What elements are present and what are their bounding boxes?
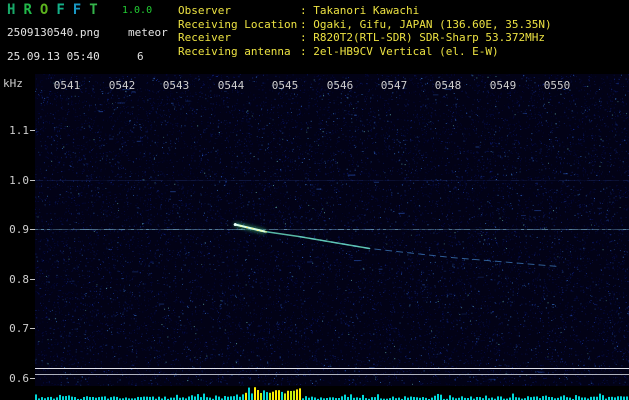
info-label: Receiving Location	[178, 17, 298, 31]
freq-label-0-9: 0.9	[9, 223, 29, 236]
time-label-0547: 0547	[380, 79, 408, 92]
info-value: : R820T2(RTL-SDR) SDR-Sharp 53.372MHz	[300, 31, 546, 44]
time-label-0544: 0544	[217, 79, 245, 92]
app-title: HROFFT	[7, 2, 106, 18]
spectrogram-canvas	[35, 74, 629, 386]
freq-tick	[30, 378, 35, 379]
time-label-0548: 0548	[434, 79, 462, 92]
freq-tick	[30, 229, 35, 230]
time-label-0545: 0545	[271, 79, 299, 92]
info-label: Receiving antenna	[178, 44, 291, 58]
freq-unit-label: kHz	[3, 77, 23, 90]
event-count: 6	[137, 50, 144, 63]
info-label: Observer	[178, 4, 231, 17]
time-label-0550: 0550	[543, 79, 571, 92]
freq-label-1-1: 1.1	[9, 124, 29, 137]
info-row-receiver: Receiver : R820T2(RTL-SDR) SDR-Sharp 53.…	[178, 31, 552, 45]
time-label-0541: 0541	[53, 79, 81, 92]
activity-strip-canvas	[35, 386, 629, 400]
freq-label-0-8: 0.8	[9, 273, 29, 286]
title-letter-1: R	[23, 2, 32, 18]
info-row-observer: Observer : Takanori Kawachi	[178, 4, 552, 18]
title-letter-3: F	[56, 2, 65, 18]
time-label-0549: 0549	[489, 79, 517, 92]
title-letter-2: O	[39, 2, 49, 18]
capture-datetime: 25.09.13 05:40	[7, 50, 100, 63]
station-info: Observer : Takanori Kawachi Receiving Lo…	[178, 4, 552, 58]
app-version: 1.0.0	[122, 5, 153, 16]
info-value: : Ogaki, Gifu, JAPAN (136.60E, 35.35N)	[300, 17, 552, 31]
freq-label-1-0: 1.0	[9, 174, 29, 187]
mode-label: meteor	[128, 26, 168, 39]
freq-tick	[30, 328, 35, 329]
freq-tick	[30, 180, 35, 181]
info-value: : 2el-HB9CV Vertical (el. E-W)	[300, 44, 499, 58]
info-label: Receiver	[178, 31, 231, 44]
title-letter-4: F	[72, 2, 82, 18]
time-label-0543: 0543	[162, 79, 190, 92]
time-label-0546: 0546	[326, 79, 354, 92]
output-filename: 2509130540.png	[7, 26, 100, 39]
info-row-antenna: Receiving antenna : 2el-HB9CV Vertical (…	[178, 45, 552, 59]
freq-tick	[30, 130, 35, 131]
info-value: : Takanori Kawachi	[300, 4, 420, 17]
title-letter-5: T	[89, 2, 98, 18]
freq-tick	[30, 279, 35, 280]
time-label-0542: 0542	[108, 79, 136, 92]
freq-label-0-7: 0.7	[9, 322, 29, 335]
title-letter-0: H	[7, 2, 16, 18]
freq-label-0-6: 0.6	[9, 372, 29, 385]
hrofft-window: HROFFT 1.0.0 2509130540.png meteor 25.09…	[0, 0, 629, 400]
info-row-location: Receiving Location : Ogaki, Gifu, JAPAN …	[178, 18, 552, 32]
